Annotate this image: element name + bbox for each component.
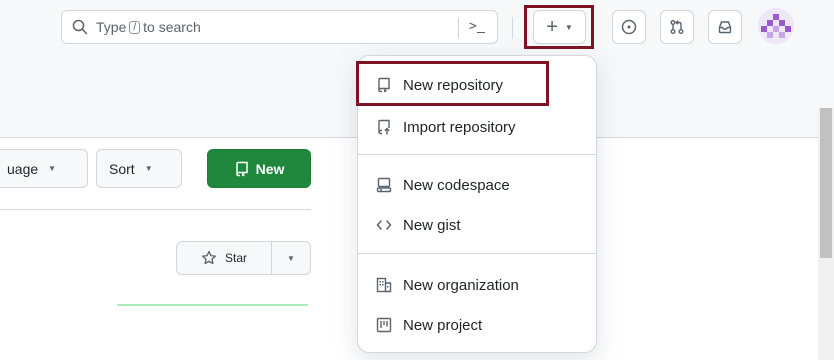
menu-item-new-organization[interactable]: New organization	[368, 268, 588, 302]
chevron-down-icon: ▼	[287, 253, 295, 263]
sort-button[interactable]: Sort ▼	[96, 149, 182, 188]
user-avatar[interactable]	[758, 8, 794, 44]
menu-item-label: Import repository	[403, 118, 516, 136]
menu-item-label: New gist	[403, 216, 461, 234]
menu-item-label: New codespace	[403, 176, 510, 194]
menu-item-label: New repository	[403, 76, 504, 94]
search-placeholder-prefix: Type	[96, 19, 127, 35]
inbox-button[interactable]	[708, 10, 742, 44]
organization-icon	[376, 277, 392, 293]
star-label: Star	[224, 251, 247, 265]
page-scrollbar-thumb[interactable]	[820, 108, 832, 258]
new-button-label: New	[255, 160, 285, 177]
menu-item-import-repository[interactable]: Import repository	[368, 110, 588, 144]
codespaces-icon	[376, 177, 392, 193]
activity-graph-line	[117, 304, 308, 306]
search-placeholder-suffix: to search	[143, 19, 201, 35]
language-filter-button[interactable]: uage ▼	[0, 149, 88, 188]
menu-divider	[358, 154, 596, 155]
menu-item-new-project[interactable]: New project	[368, 308, 588, 342]
repo-icon	[378, 77, 390, 93]
menu-divider	[358, 253, 596, 254]
search-input[interactable]: Type / to search >	[61, 10, 498, 44]
project-icon	[376, 317, 392, 333]
repo-icon	[235, 161, 248, 176]
identicon-avatar-icon	[758, 8, 794, 44]
create-new-menu: New repository Import repository New cod…	[357, 55, 597, 353]
create-new-button[interactable]: + ▼	[533, 10, 586, 44]
star-icon	[202, 250, 216, 265]
code-icon	[376, 220, 392, 230]
search-divider	[458, 18, 459, 38]
header-divider	[512, 17, 513, 39]
inbox-icon	[718, 21, 732, 34]
star-button-group: Star ▼	[176, 241, 311, 275]
menu-item-label: New project	[403, 316, 483, 334]
search-icon	[72, 19, 88, 35]
chevron-down-icon: ▼	[144, 164, 153, 173]
issue-opened-icon	[621, 19, 637, 35]
command-palette-icon[interactable]: >	[469, 19, 485, 34]
repo-push-icon	[378, 119, 390, 135]
star-lists-dropdown[interactable]: ▼	[272, 242, 310, 274]
menu-item-new-codespace[interactable]: New codespace	[368, 168, 588, 202]
sort-label: Sort	[109, 160, 135, 177]
toolbar-divider	[0, 209, 311, 210]
new-repository-button[interactable]: New	[207, 149, 311, 188]
menu-item-new-repository[interactable]: New repository	[368, 68, 588, 102]
star-button[interactable]: Star	[177, 242, 272, 274]
pull-requests-button[interactable]	[660, 10, 694, 44]
menu-item-new-gist[interactable]: New gist	[368, 208, 588, 242]
chevron-down-icon: ▼	[48, 164, 57, 173]
language-filter-label: uage	[7, 160, 39, 177]
menu-item-label: New organization	[403, 276, 519, 294]
issues-button[interactable]	[612, 10, 646, 44]
git-pull-request-icon	[670, 20, 684, 34]
search-shortcut-key: /	[129, 20, 141, 34]
triangle-down-icon: ▼	[564, 22, 573, 32]
plus-icon: +	[546, 15, 558, 38]
